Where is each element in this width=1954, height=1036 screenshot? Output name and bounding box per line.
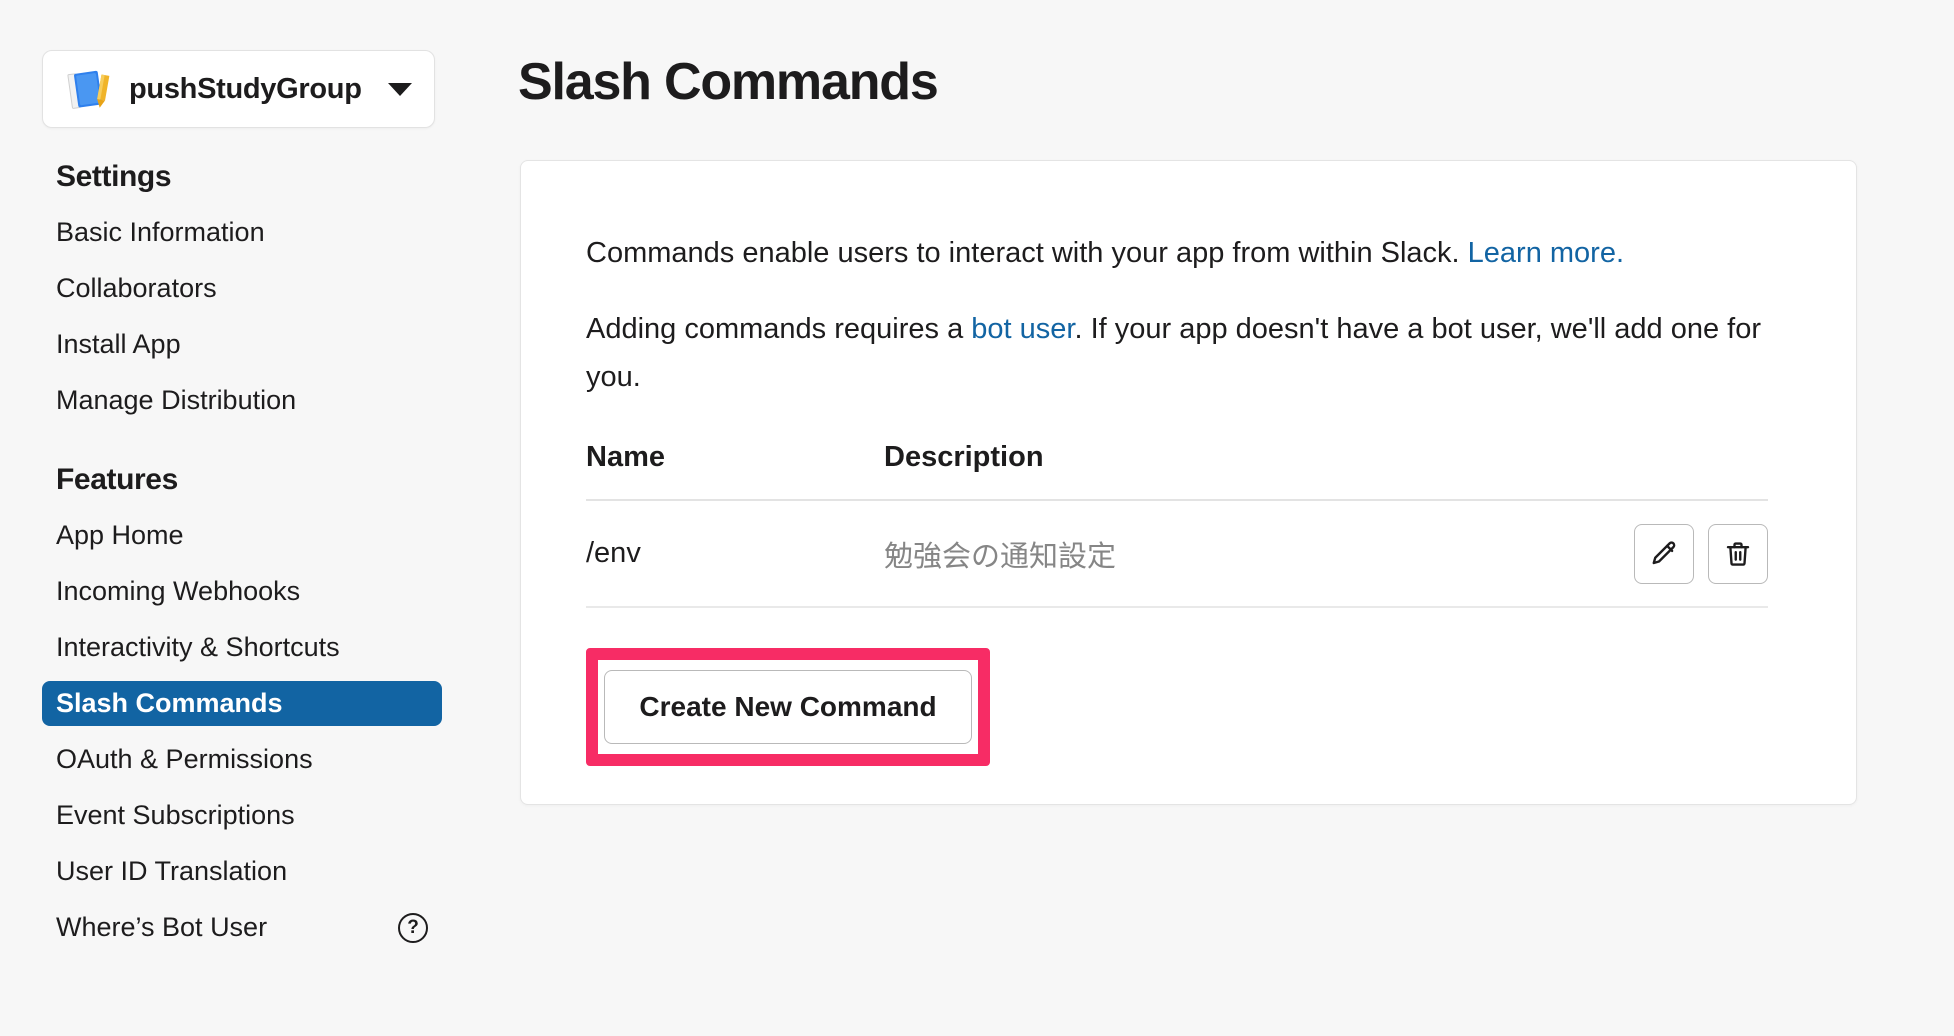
create-command-area: Create New Command (586, 648, 990, 766)
intro-paragraph-2: Adding commands requires a bot user. If … (586, 305, 1771, 401)
app-switcher-label: pushStudyGroup (129, 72, 362, 105)
delete-command-button[interactable] (1708, 523, 1768, 584)
sidebar-item-basic-information[interactable]: Basic Information (42, 210, 442, 255)
sidebar-item-user-id-translation[interactable]: User ID Translation (42, 849, 442, 894)
sidebar: pushStudyGroup Settings Basic Informatio… (0, 10, 470, 1036)
sidebar-item-label: App Home (56, 520, 184, 550)
sidebar-item-incoming-webhooks[interactable]: Incoming Webhooks (42, 569, 442, 614)
sidebar-item-label: OAuth & Permissions (56, 744, 313, 774)
nav-section-title-settings: Settings (56, 160, 172, 193)
sidebar-item-slash-commands[interactable]: Slash Commands (42, 681, 442, 726)
sidebar-item-label: Incoming Webhooks (56, 576, 301, 606)
edit-command-button[interactable] (1634, 523, 1694, 584)
command-description: 勉強会の通知設定 (884, 540, 1117, 573)
help-question-icon[interactable]: ? (398, 912, 428, 943)
sidebar-item-label: Slash Commands (56, 688, 283, 718)
create-new-command-button[interactable]: Create New Command (604, 670, 972, 744)
learn-more-link[interactable]: Learn more. (1468, 237, 1624, 269)
trash-icon (1723, 539, 1753, 569)
bot-user-link[interactable]: bot user (971, 313, 1074, 345)
sidebar-item-label: Collaborators (56, 273, 217, 303)
sidebar-item-oauth-permissions[interactable]: OAuth & Permissions (42, 737, 442, 782)
slash-commands-card: Commands enable users to interact with y… (520, 160, 1857, 805)
sidebar-item-event-subscriptions[interactable]: Event Subscriptions (42, 793, 442, 838)
main-content: Slash Commands Commands enable users to … (470, 10, 1954, 1036)
app-switcher-button[interactable]: pushStudyGroup (42, 50, 435, 128)
notebook-pencil-icon (63, 63, 115, 115)
commands-table: Name Description /env 勉強会の通知設定 (586, 441, 1768, 608)
intro-text-1: Commands enable users to interact with y… (586, 237, 1468, 269)
column-header-description: Description (884, 441, 1044, 473)
sidebar-item-label: Where’s Bot User (56, 912, 268, 942)
sidebar-item-collaborators[interactable]: Collaborators (42, 266, 442, 311)
sidebar-item-wheres-bot-user[interactable]: Where’s Bot User ? (42, 905, 442, 950)
pencil-icon (1649, 539, 1679, 569)
page-title: Slash Commands (518, 53, 939, 111)
sidebar-item-app-home[interactable]: App Home (42, 513, 442, 558)
sidebar-item-label: Manage Distribution (56, 385, 297, 415)
column-header-name: Name (586, 441, 665, 473)
row-actions (1588, 523, 1768, 584)
sidebar-item-label: Interactivity & Shortcuts (56, 632, 340, 662)
intro-paragraph-1: Commands enable users to interact with y… (586, 229, 1771, 277)
sidebar-item-label: Install App (56, 329, 181, 359)
intro-text-2a: Adding commands requires a (586, 313, 972, 345)
sidebar-nav: Settings Basic Information Collaborators… (42, 160, 442, 961)
table-header-row: Name Description (586, 441, 1768, 501)
chevron-down-icon[interactable] (388, 82, 412, 96)
sidebar-item-install-app[interactable]: Install App (42, 322, 442, 367)
table-row: /env 勉強会の通知設定 (586, 501, 1768, 608)
sidebar-item-label: Basic Information (56, 217, 265, 247)
command-name: /env (586, 537, 641, 569)
sidebar-item-label: User ID Translation (56, 856, 288, 886)
app-page: pushStudyGroup Settings Basic Informatio… (0, 0, 1954, 1036)
sidebar-item-label: Event Subscriptions (56, 800, 295, 830)
nav-section-title-features: Features (56, 463, 178, 496)
sidebar-item-manage-distribution[interactable]: Manage Distribution (42, 378, 442, 423)
sidebar-item-interactivity-shortcuts[interactable]: Interactivity & Shortcuts (42, 625, 442, 670)
